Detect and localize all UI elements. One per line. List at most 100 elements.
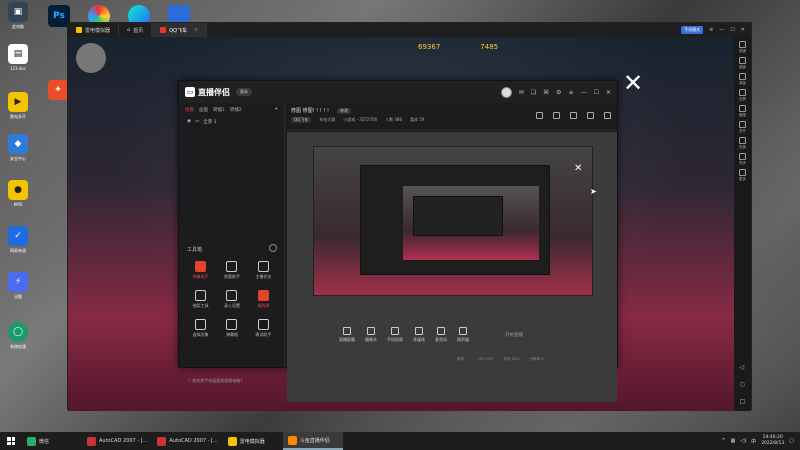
tab-screen[interactable]: 画面 bbox=[199, 107, 208, 113]
ime-icon[interactable]: 中 bbox=[751, 438, 756, 445]
tab-home[interactable]: ⌂ 首页 bbox=[119, 23, 153, 37]
side-multi[interactable]: 多开 bbox=[736, 121, 750, 134]
avatar[interactable] bbox=[500, 86, 512, 98]
source-camera[interactable]: 摄像头 bbox=[365, 327, 377, 343]
desktop-icon-4[interactable]: ◆ 安全中心 bbox=[2, 134, 34, 162]
close-tab-icon[interactable]: × bbox=[194, 27, 198, 33]
more-icon bbox=[739, 169, 746, 176]
source-screen[interactable]: 直播屏幕 bbox=[339, 327, 355, 343]
taskbar-item-wechat[interactable]: 微信 bbox=[22, 432, 82, 450]
tool-danmu[interactable]: 弹幕助手 bbox=[185, 261, 216, 280]
camera-icon bbox=[367, 327, 375, 335]
nested-emulator-preview: ✕ ➤ bbox=[313, 146, 597, 296]
side-keys[interactable]: 按键 bbox=[736, 41, 750, 54]
taskbar-item-emulator[interactable]: 雷电模拟器 bbox=[223, 432, 283, 450]
security-icon: ✓ bbox=[8, 226, 28, 246]
source-speaker[interactable]: 扬声器 bbox=[457, 327, 469, 343]
overlay-close-icon[interactable]: ✕ bbox=[622, 71, 644, 95]
close-icon[interactable]: ✕ bbox=[741, 27, 745, 33]
emulator-sidebar: 按键 键盘 减量 全屏 截图 多开 安装 同步 更多 ◁ ○ □ bbox=[734, 37, 751, 411]
edit-title-button[interactable]: 修改 bbox=[336, 107, 351, 114]
shirt-icon[interactable]: ⌘ bbox=[543, 89, 549, 96]
viewer-count: 人数 386 bbox=[385, 117, 403, 122]
desktop-icon-2[interactable]: ▤ 123.doc bbox=[2, 44, 34, 71]
volume-icon[interactable]: ◁) bbox=[740, 438, 746, 444]
notification-icon[interactable]: ▢ bbox=[789, 438, 794, 444]
tool-danmu-grid[interactable]: 弹幕格 bbox=[216, 319, 247, 338]
taskbar-item-autocad-1[interactable]: AutoCAD 2007 - [... bbox=[82, 432, 152, 450]
close-icon[interactable]: ✕ bbox=[606, 89, 611, 96]
autocad-icon bbox=[87, 436, 96, 446]
version-badge[interactable]: 版本 bbox=[236, 88, 252, 96]
tab-relay1[interactable]: 转播1 bbox=[213, 107, 225, 113]
side-keyboard[interactable]: 键盘 bbox=[736, 57, 750, 70]
side-screenshot[interactable]: 截图 bbox=[736, 105, 750, 118]
eye-icon[interactable]: ◉ bbox=[187, 119, 191, 125]
tab-relay2[interactable]: 转播2 bbox=[230, 107, 242, 113]
scene-tabs: 场景 画面 转播1 转播2 + bbox=[179, 103, 284, 117]
source-phone[interactable]: 手机投屏 bbox=[387, 327, 403, 343]
tool-record[interactable]: 录入设置 bbox=[216, 290, 247, 309]
maximize-icon[interactable]: ☐ bbox=[594, 89, 599, 96]
bell-icon[interactable] bbox=[587, 112, 594, 119]
game-category[interactable]: QQ飞车 bbox=[291, 117, 312, 123]
toolbox-settings-icon[interactable] bbox=[269, 244, 277, 252]
side-volume-down[interactable]: 减量 bbox=[736, 73, 750, 86]
tool-tasks[interactable]: 主播任务 bbox=[248, 261, 279, 280]
maximize-icon[interactable]: ☐ bbox=[730, 27, 734, 33]
player-avatar[interactable] bbox=[76, 43, 106, 73]
taskbar-item-autocad-2[interactable]: AutoCAD 2007 - [... bbox=[152, 432, 222, 450]
multi-icon bbox=[739, 121, 746, 128]
lyrics-icon bbox=[257, 319, 269, 330]
recent-icon[interactable]: □ bbox=[740, 398, 746, 405]
desktop-icon-8[interactable]: ◯ 系统加速 bbox=[2, 322, 34, 350]
share-icon[interactable] bbox=[604, 112, 611, 119]
side-more[interactable]: 更多 bbox=[736, 169, 750, 182]
minimize-icon[interactable]: — bbox=[581, 89, 587, 96]
network-icon[interactable]: ▦ bbox=[731, 438, 736, 444]
desktop-icon-1[interactable]: ▣ 此电脑 bbox=[2, 2, 34, 30]
chevron-up-icon[interactable]: ^ bbox=[721, 438, 725, 444]
data-icon[interactable] bbox=[553, 112, 560, 119]
tab-emulator[interactable]: 雷电模拟器 bbox=[68, 23, 120, 37]
help-hint[interactable]: ⓘ 如何把手机画面投屏到电脑? bbox=[187, 378, 242, 384]
nested-preview-2 bbox=[403, 186, 539, 260]
mode-badge[interactable]: 手机模式 bbox=[681, 26, 704, 34]
message-icon[interactable] bbox=[570, 112, 577, 119]
start-stream-button[interactable]: 开始直播 bbox=[497, 329, 531, 341]
like-count: 喜欢 59 bbox=[410, 117, 425, 122]
menu-icon[interactable]: ≡ bbox=[709, 27, 713, 33]
tool-avatar[interactable]: 虚拟形象 bbox=[185, 319, 216, 338]
desktop-icon-6[interactable]: ✓ 网易有道 bbox=[2, 226, 34, 254]
emulator-logo-icon bbox=[76, 27, 82, 33]
desktop-icon-5[interactable]: ● KMS bbox=[2, 180, 34, 207]
settings-icon[interactable]: ⚙ bbox=[556, 89, 561, 96]
back-icon[interactable]: ◁ bbox=[740, 364, 746, 371]
source-mic[interactable]: 麦克风 bbox=[435, 327, 447, 343]
source-media[interactable]: 多媒体 bbox=[413, 327, 425, 343]
clock[interactable]: 14:46:20 2022/8/13 bbox=[761, 435, 784, 447]
nested-preview-3 bbox=[413, 196, 503, 236]
side-sync[interactable]: 同步 bbox=[736, 153, 750, 166]
home-nav-icon[interactable]: ○ bbox=[740, 381, 746, 388]
taskbar-item-broadcast[interactable]: 斗鱼直播伴侣 bbox=[282, 432, 343, 450]
minimize-icon[interactable]: — bbox=[719, 27, 724, 33]
menu-icon[interactable]: ≡ bbox=[569, 89, 574, 96]
tool-lyrics[interactable]: 歌词助手 bbox=[248, 319, 279, 338]
scene-item[interactable]: ◉ ▭ 全景 1 bbox=[179, 117, 284, 127]
stream-title: 修图 修图! ! ! ! ! bbox=[291, 108, 329, 114]
link-icon[interactable] bbox=[536, 112, 543, 119]
tab-game[interactable]: QQ飞车 × bbox=[152, 23, 208, 37]
desktop-icon-7[interactable]: ⚡ 迅雷 bbox=[2, 272, 34, 300]
tool-welfare[interactable]: 福利屏 bbox=[248, 290, 279, 309]
desktop-icon-3[interactable]: ▶ 雷电多开 bbox=[2, 92, 34, 120]
add-icon[interactable]: + bbox=[274, 107, 278, 113]
side-fullscreen[interactable]: 全屏 bbox=[736, 89, 750, 102]
gift-icon[interactable]: ❏ bbox=[531, 89, 536, 96]
tab-scene[interactable]: 场景 bbox=[185, 107, 194, 113]
side-install[interactable]: 安装 bbox=[736, 137, 750, 150]
tool-room-admin[interactable]: 房管助手 bbox=[216, 261, 247, 280]
start-button[interactable] bbox=[0, 432, 22, 450]
mail-icon[interactable]: ✉ bbox=[519, 89, 524, 96]
tool-lottery[interactable]: 抽奖工具 bbox=[185, 290, 216, 309]
